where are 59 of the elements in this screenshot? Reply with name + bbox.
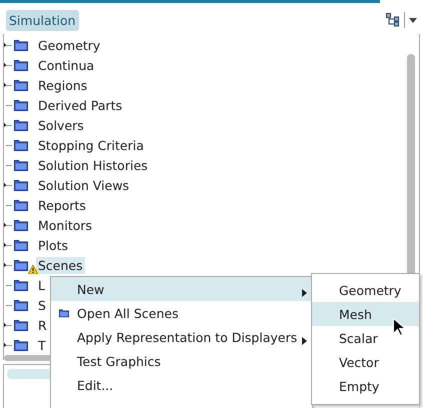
folder-icon (14, 59, 28, 71)
expand-icon[interactable] (4, 241, 6, 249)
tree-item[interactable]: Stopping Criteria (36, 136, 146, 154)
menu-item[interactable]: Empty (312, 374, 419, 398)
tree-item[interactable]: Solution Histories (36, 156, 150, 174)
tree-item[interactable]: Scenes (36, 256, 85, 274)
tree-item[interactable]: Reports (36, 196, 88, 214)
mouse-cursor-icon (393, 318, 405, 337)
folder-icon (14, 319, 28, 331)
folder-icon (14, 279, 28, 291)
open-folder-icon (59, 307, 69, 319)
folder-icon (14, 139, 28, 151)
menu-item[interactable]: Scalar (312, 326, 419, 350)
expand-icon[interactable] (4, 61, 6, 69)
tree-item[interactable]: Regions (36, 76, 90, 94)
menu-item[interactable]: Geometry (312, 278, 419, 302)
folder-icon (14, 339, 28, 351)
folder-icon (14, 259, 28, 271)
menu-item[interactable]: Edit... (51, 373, 312, 397)
folder-icon (14, 99, 28, 111)
expand-icon[interactable] (4, 41, 6, 49)
dropdown-icon[interactable] (409, 18, 417, 22)
submenu-arrow-icon (302, 289, 307, 297)
folder-icon (14, 199, 28, 211)
menu-item[interactable]: Test Graphics (51, 349, 312, 373)
menu-item[interactable]: Open All Scenes (51, 301, 312, 325)
expand-icon[interactable] (4, 221, 6, 229)
tree-item[interactable]: S (36, 296, 48, 314)
expand-icon[interactable] (4, 121, 6, 129)
tree-item[interactable]: Solvers (36, 116, 86, 134)
folder-icon (14, 219, 28, 231)
folder-icon (14, 239, 28, 251)
folder-icon (14, 299, 28, 311)
hierarchy-icon[interactable] (386, 13, 400, 27)
tree-root-label[interactable]: Simulation (6, 10, 79, 30)
tree-item[interactable]: Plots (36, 236, 70, 254)
tree-item[interactable]: T (36, 336, 48, 354)
expand-icon[interactable] (4, 81, 6, 89)
folder-icon (14, 179, 28, 191)
tree-item[interactable]: Monitors (36, 216, 94, 234)
expand-icon[interactable] (4, 321, 6, 329)
expand-icon[interactable] (4, 261, 6, 269)
menu-item[interactable]: Apply Representation to Displayers (51, 325, 312, 349)
tree-item[interactable]: R (36, 316, 49, 334)
menu-item[interactable]: Vector (312, 350, 419, 374)
folder-icon (14, 39, 28, 51)
tree-item[interactable]: Solution Views (36, 176, 132, 194)
tree-item[interactable]: L (36, 276, 47, 294)
folder-icon (14, 159, 28, 171)
tree-item[interactable]: Geometry (36, 36, 102, 54)
folder-icon (14, 79, 28, 91)
menu-item[interactable]: New (51, 277, 312, 301)
expand-icon[interactable] (4, 181, 6, 189)
tree-item[interactable]: Derived Parts (36, 96, 124, 114)
folder-icon (14, 119, 28, 131)
tree-item[interactable]: Continua (36, 56, 96, 74)
expand-icon[interactable] (4, 341, 6, 349)
menu-item[interactable]: Mesh (312, 302, 419, 326)
submenu-arrow-icon (302, 337, 307, 345)
